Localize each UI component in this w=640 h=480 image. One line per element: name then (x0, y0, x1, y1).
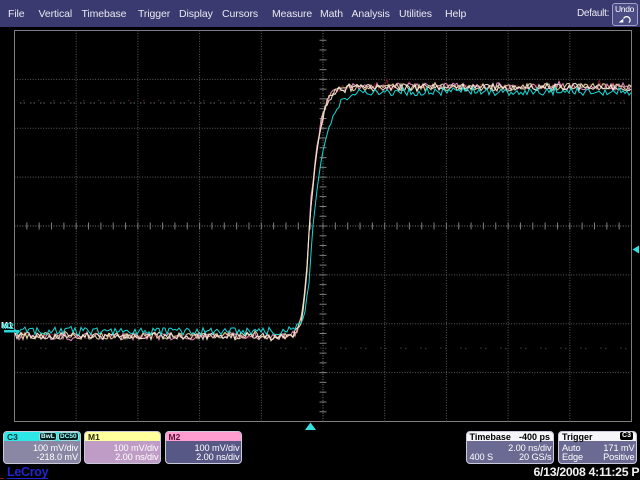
svg-text:M2: M2 (2, 321, 14, 331)
